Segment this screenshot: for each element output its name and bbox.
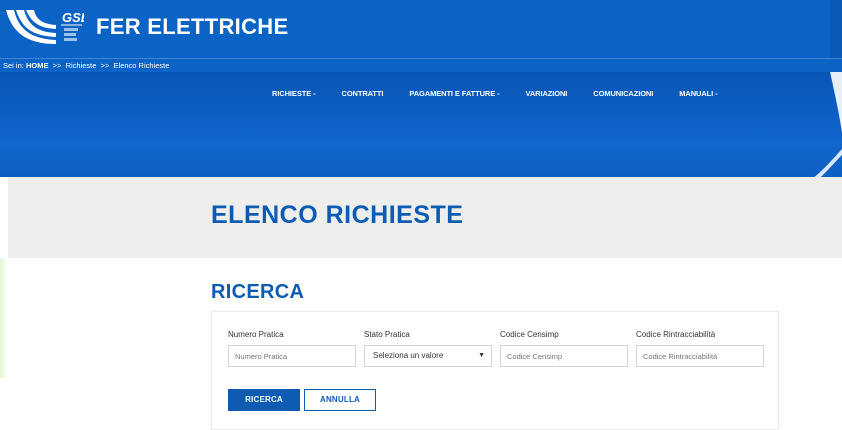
- page-title-band: ELENCO RICHIESTE: [8, 177, 842, 258]
- codice-rintracciabilita-label: Codice Rintracciabilità: [636, 330, 716, 339]
- field-numero-pratica: Numero Pratica: [228, 330, 356, 367]
- stato-pratica-select[interactable]: Seleziona un valore ▼: [364, 345, 492, 367]
- numero-pratica-input[interactable]: [228, 345, 356, 367]
- field-codice-rintracciabilita: Codice Rintracciabilità: [636, 330, 764, 367]
- logo-text: GSE: [62, 10, 84, 25]
- cancel-button[interactable]: ANNULLA: [304, 389, 376, 411]
- decorative-swoosh: [814, 72, 842, 177]
- field-codice-censimp: Codice Censimp: [500, 330, 628, 367]
- stato-pratica-label: Stato Pratica: [364, 330, 410, 339]
- codice-censimp-label: Codice Censimp: [500, 330, 559, 339]
- stato-pratica-selected-value: Seleziona un valore: [373, 351, 444, 360]
- left-accent-decoration: [0, 258, 8, 378]
- gse-logo[interactable]: GSE: [4, 6, 84, 50]
- chevron-down-icon: ▼: [478, 352, 485, 359]
- search-button[interactable]: RICERCA: [228, 389, 300, 411]
- nav-item-contratti[interactable]: CONTRATTI: [342, 89, 384, 103]
- breadcrumb-prefix: Sei in:: [3, 61, 24, 70]
- app-title: FER ELETTRICHE: [96, 14, 289, 39]
- breadcrumb-separator: >>: [52, 61, 62, 70]
- breadcrumb: Sei in: HOME >> Richieste >> Elenco Rich…: [0, 58, 842, 72]
- scrollbar-edge: [830, 0, 842, 58]
- top-header: GSE FER ELETTRICHE: [0, 0, 842, 58]
- codice-rintracciabilita-input[interactable]: [636, 345, 764, 367]
- breadcrumb-separator: >>: [100, 61, 110, 70]
- breadcrumb-item-richieste[interactable]: Richieste: [66, 61, 97, 70]
- search-section-title: RICERCA: [211, 281, 305, 303]
- codice-censimp-input[interactable]: [500, 345, 628, 367]
- breadcrumb-item-elenco-richieste: Elenco Richieste: [113, 61, 170, 70]
- breadcrumb-home-link[interactable]: HOME: [26, 61, 49, 70]
- field-stato-pratica: Stato Pratica Seleziona un valore ▼: [364, 330, 492, 367]
- numero-pratica-label: Numero Pratica: [228, 330, 284, 339]
- main-nav: RICHIESTE - CONTRATTI PAGAMENTI E FATTUR…: [272, 89, 718, 103]
- nav-item-comunicazioni[interactable]: COMUNICAZIONI: [593, 89, 653, 103]
- page-title: ELENCO RICHIESTE: [211, 201, 464, 229]
- search-panel: Numero Pratica Stato Pratica Seleziona u…: [211, 311, 779, 430]
- nav-item-richieste[interactable]: RICHIESTE -: [272, 89, 316, 103]
- nav-item-variazioni[interactable]: VARIAZIONI: [526, 89, 568, 103]
- hero-banner: RICHIESTE - CONTRATTI PAGAMENTI E FATTUR…: [0, 72, 842, 177]
- nav-item-pagamenti-e-fatture[interactable]: PAGAMENTI E FATTURE -: [409, 89, 499, 103]
- nav-item-manuali[interactable]: MANUALI -: [679, 89, 717, 103]
